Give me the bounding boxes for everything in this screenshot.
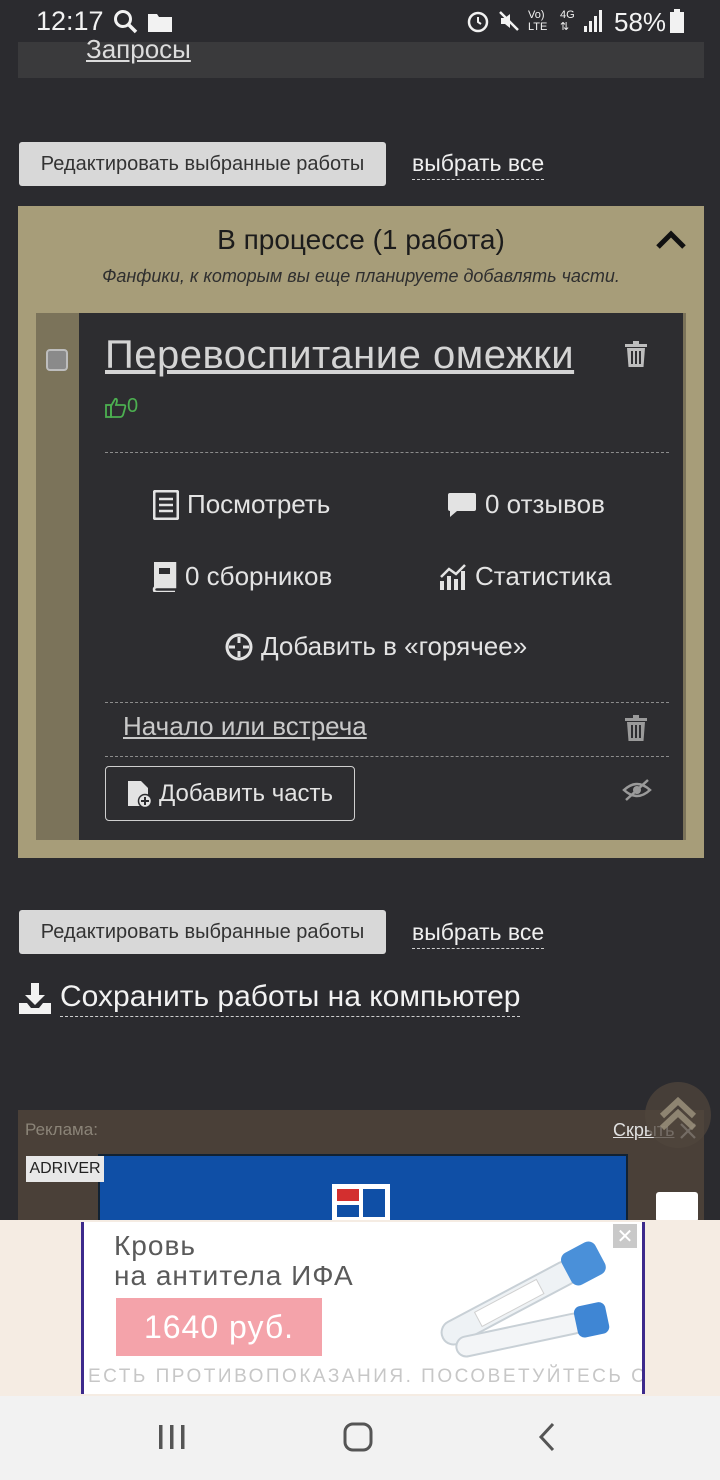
recent-apps-icon[interactable] (158, 1424, 186, 1450)
search-icon (113, 9, 139, 35)
clock: 12:17 (36, 6, 104, 36)
divider (105, 702, 669, 703)
mute-icon (498, 10, 520, 32)
book-icon (151, 561, 185, 592)
brand-logo-icon (332, 1184, 390, 1222)
reviews-label: 0 отзывов (485, 489, 605, 519)
divider (105, 756, 669, 757)
crosshair-icon (225, 633, 261, 661)
section-subtitle: Фанфики, к которым вы еще планируете доб… (102, 266, 620, 286)
overlay-tab[interactable] (656, 1192, 698, 1222)
save-works-label: Сохранить работы на компьютер (60, 980, 521, 1017)
comment-icon (447, 491, 485, 519)
chapter-link[interactable]: Начало или встреча (123, 711, 367, 742)
stats-button[interactable]: Статистика (439, 561, 612, 592)
add-chapter-button[interactable]: Добавить часть (105, 766, 355, 821)
work-checkbox[interactable] (46, 349, 68, 371)
file-add-icon (127, 780, 159, 808)
edit-selected-button-bottom[interactable]: Редактировать выбранные работы (19, 910, 386, 954)
collections-label: 0 сборников (185, 561, 333, 591)
home-icon[interactable] (343, 1422, 373, 1452)
banner-disclaimer: ЕСТЬ ПРОТИВОПОКАЗАНИЯ. ПОСОВЕТУЙТЕСЬ С В… (88, 1366, 642, 1387)
battery-percent: 58% (614, 7, 667, 37)
save-works-link[interactable]: Сохранить работы на компьютер (18, 980, 521, 1017)
banner-creative[interactable]: Кровь на антитела ИФА 1640 руб. ЕСТЬ ПРО… (81, 1222, 645, 1394)
download-icon (18, 982, 52, 1015)
banner-line2: на антитела ИФА (114, 1260, 354, 1291)
select-all-link-bottom[interactable]: выбрать все (412, 919, 545, 949)
adriver-badge: ADRIVER (26, 1156, 104, 1182)
like-count: 0 (127, 395, 139, 417)
stats-label: Статистика (475, 561, 612, 591)
divider (105, 452, 669, 453)
view-button[interactable]: Посмотреть (153, 489, 330, 520)
back-icon[interactable] (538, 1422, 556, 1452)
chapter-trash-icon[interactable] (625, 715, 647, 741)
banner-close-button[interactable]: ✕ (613, 1224, 637, 1248)
chevron-up-icon[interactable] (655, 228, 687, 250)
edit-selected-button[interactable]: Редактировать выбранные работы (19, 142, 386, 186)
system-nav-bar (0, 1396, 720, 1480)
folder-icon (148, 12, 172, 32)
signal-icon (584, 10, 604, 32)
ad-label: Реклама: (25, 1120, 98, 1139)
eye-slash-icon[interactable] (622, 778, 652, 802)
collections-button[interactable]: 0 сборников (151, 561, 332, 592)
work-title-link[interactable]: Перевоспитание омежки (105, 333, 574, 378)
work-card-body: Перевоспитание омежки 0 Посмотреть 0 отз… (79, 313, 683, 840)
banner-line1: Кровь (114, 1230, 196, 1261)
battery-icon (670, 9, 684, 33)
alarm-icon (466, 9, 490, 33)
ad-block: Реклама: Скрыть ADRIVER (18, 1110, 704, 1224)
document-icon (153, 489, 187, 520)
add-chapter-label: Добавить часть (158, 779, 334, 807)
thumbs-up-icon (105, 396, 127, 418)
view-label: Посмотреть (187, 489, 331, 519)
chevron-up-icon (658, 1096, 698, 1130)
test-tube-image (414, 1238, 624, 1362)
chart-icon (439, 563, 475, 591)
ad-creative[interactable] (98, 1154, 628, 1224)
add-to-hot-label: Добавить в «горячее» (261, 631, 528, 661)
reviews-button[interactable]: 0 отзывов (447, 489, 605, 520)
bottom-banner[interactable]: Кровь на антитела ИФА 1640 руб. ЕСТЬ ПРО… (0, 1220, 720, 1396)
price-badge: 1640 руб. (116, 1298, 322, 1356)
section-title: В процессе (1 работа) (217, 224, 505, 255)
requests-card: Запросы (18, 34, 704, 78)
select-all-link[interactable]: выбрать все (412, 150, 545, 180)
trash-icon[interactable] (625, 341, 647, 367)
add-to-hot-button[interactable]: Добавить в «горячее» (225, 631, 527, 662)
like-counter: 0 (105, 395, 138, 418)
volte-icon: Vo) LTE (528, 9, 548, 33)
scroll-to-top-button[interactable] (645, 1082, 711, 1148)
work-card: Перевоспитание омежки 0 Посмотреть 0 отз… (36, 313, 686, 840)
requests-link[interactable]: Запросы (86, 34, 191, 65)
4g-icon: 4G ⇅ (560, 9, 575, 33)
